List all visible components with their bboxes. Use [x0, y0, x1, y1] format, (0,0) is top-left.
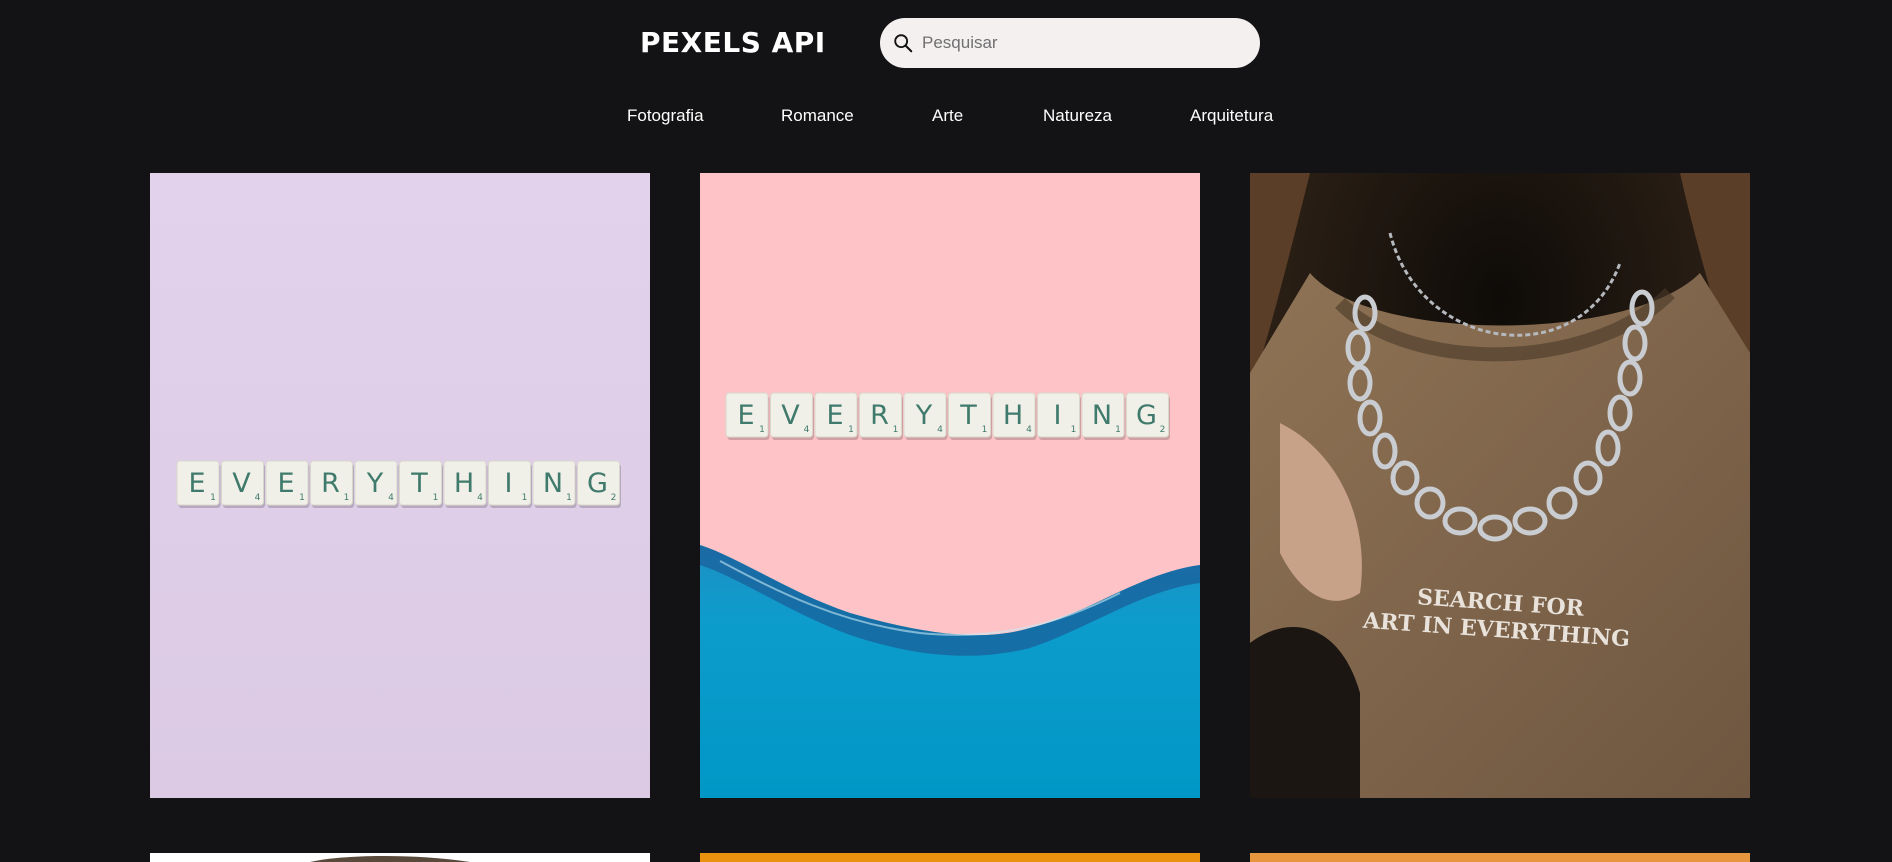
tile-letter: E	[737, 400, 754, 431]
photo-image: SEARCH FOR ART IN EVERYTHING	[1250, 173, 1750, 798]
tile-score: 1	[433, 493, 439, 503]
scrabble-tile: V4	[221, 460, 265, 508]
tile-score: 1	[1115, 425, 1121, 435]
search-bar[interactable]	[880, 18, 1260, 68]
logo[interactable]: PEXELS API	[640, 26, 826, 59]
tile-score: 4	[388, 493, 394, 503]
scrabble-tile: E1	[725, 392, 770, 440]
tile-score: 1	[522, 493, 528, 503]
scrabble-tile: E1	[265, 460, 310, 508]
tile-score: 1	[344, 493, 350, 503]
photo-card[interactable]	[150, 853, 650, 862]
tile-letter: Y	[366, 468, 384, 499]
scrabble-tile: I1	[488, 460, 532, 508]
tile-score: 1	[893, 425, 899, 435]
photo-card[interactable]	[1250, 853, 1750, 862]
category-nav: Fotografia Romance Arte Natureza Arquite…	[0, 106, 1892, 130]
tile-letter: G	[1136, 400, 1157, 431]
tile-letter: N	[1092, 400, 1112, 431]
tile-score: 1	[210, 493, 216, 503]
scrabble-tile: R1	[859, 392, 903, 440]
tile-letter: G	[587, 468, 608, 499]
nav-item-arquitetura[interactable]: Arquitetura	[1190, 106, 1273, 126]
nav-item-romance[interactable]: Romance	[781, 106, 854, 126]
scrabble-tile: E1	[814, 392, 859, 440]
tile-score: 4	[804, 425, 810, 435]
tile-score: 1	[759, 425, 765, 435]
tile-letter: H	[1003, 400, 1023, 431]
photo-card[interactable]: E1V4E1R1Y4T1H4I1N1G2	[150, 173, 650, 798]
photo-image: E1V4E1R1Y4T1H4I1N1G2	[700, 173, 1200, 798]
tile-score: 1	[566, 493, 572, 503]
photo-card[interactable]: SEARCH FOR ART IN EVERYTHING	[1250, 173, 1750, 798]
tile-letter: E	[826, 400, 843, 431]
scrabble-tile: G2	[1126, 392, 1170, 440]
tile-row: E1V4E1R1Y4T1H4I1N1G2	[725, 392, 1170, 440]
scrabble-tile: N1	[1081, 392, 1126, 440]
tile-score: 1	[1071, 425, 1077, 435]
search-icon	[894, 34, 913, 53]
tile-score: 1	[848, 425, 854, 435]
scrabble-tile: G2	[577, 460, 621, 508]
tile-score: 4	[477, 493, 483, 503]
tile-letter: H	[454, 468, 474, 499]
tile-score: 1	[299, 493, 305, 503]
tile-letter: T	[959, 400, 977, 431]
scrabble-tile: V4	[770, 392, 814, 440]
header: PEXELS API	[0, 0, 1892, 90]
scrabble-tile: H4	[992, 392, 1037, 440]
tile-letter: Y	[915, 400, 933, 431]
tile-score: 4	[255, 493, 261, 503]
nav-item-natureza[interactable]: Natureza	[1043, 106, 1112, 126]
tile-letter: V	[781, 400, 800, 431]
tile-letter: E	[277, 468, 294, 499]
tile-letter: T	[410, 468, 428, 499]
tile-letter: E	[188, 468, 205, 499]
scrabble-tile: T1	[399, 460, 443, 508]
scrabble-tile: E1	[176, 460, 221, 508]
tile-letter: V	[232, 468, 251, 499]
scrabble-tile: I1	[1037, 392, 1081, 440]
photo-card[interactable]: E1V4E1R1Y4T1H4I1N1G2	[700, 173, 1200, 798]
scrabble-tile: Y4	[354, 460, 399, 508]
photo-card[interactable]	[700, 853, 1200, 862]
photo-image: E1V4E1R1Y4T1H4I1N1G2	[150, 173, 650, 798]
scrabble-tile: Y4	[903, 392, 948, 440]
tile-score: 4	[937, 425, 943, 435]
nav-item-arte[interactable]: Arte	[932, 106, 963, 126]
tile-row: E1V4E1R1Y4T1H4I1N1G2	[176, 460, 621, 508]
scrabble-tile: R1	[310, 460, 354, 508]
tile-score: 4	[1026, 425, 1032, 435]
nav-item-fotografia[interactable]: Fotografia	[627, 106, 704, 126]
tile-letter: N	[543, 468, 563, 499]
tile-score: 2	[1160, 425, 1166, 435]
photo-image	[150, 853, 650, 862]
tile-score: 1	[982, 425, 988, 435]
scrabble-tile: T1	[948, 392, 992, 440]
scrabble-tile: H4	[443, 460, 488, 508]
scrabble-tile: N1	[532, 460, 577, 508]
tile-letter: R	[321, 468, 340, 499]
search-input[interactable]	[922, 33, 1242, 53]
tile-letter: I	[1054, 400, 1062, 431]
tile-score: 2	[611, 493, 617, 503]
tile-letter: R	[870, 400, 889, 431]
tile-letter: I	[505, 468, 513, 499]
